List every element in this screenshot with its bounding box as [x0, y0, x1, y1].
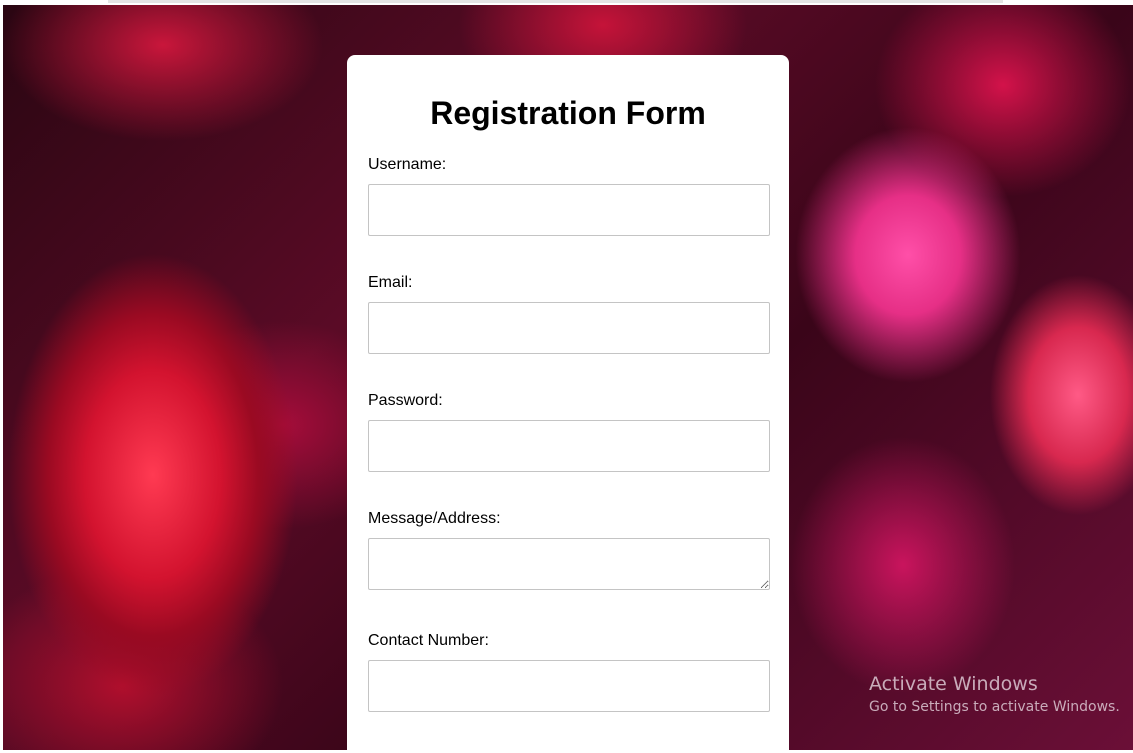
activate-windows-watermark: Activate Windows Go to Settings to activ…	[869, 672, 1120, 718]
watermark-title: Activate Windows	[869, 673, 1038, 695]
contact-number-label: Contact Number:	[368, 632, 489, 649]
password-label: Password:	[368, 392, 443, 409]
watermark-subtitle: Go to Settings to activate Windows.	[869, 699, 1120, 715]
email-label: Email:	[368, 274, 413, 291]
browser-top-divider	[108, 0, 1003, 3]
hearts-background: Registration Form Username: Email: Passw…	[3, 5, 1133, 750]
form-title: Registration Form	[430, 95, 706, 131]
username-label: Username:	[368, 156, 447, 173]
contact-number-input[interactable]	[368, 660, 770, 712]
email-input[interactable]	[368, 302, 770, 354]
message-address-label: Message/Address:	[368, 510, 501, 527]
message-address-textarea[interactable]	[368, 538, 770, 590]
registration-form-card: Registration Form Username: Email: Passw…	[347, 55, 789, 750]
username-input[interactable]	[368, 184, 770, 236]
password-input[interactable]	[368, 420, 770, 472]
